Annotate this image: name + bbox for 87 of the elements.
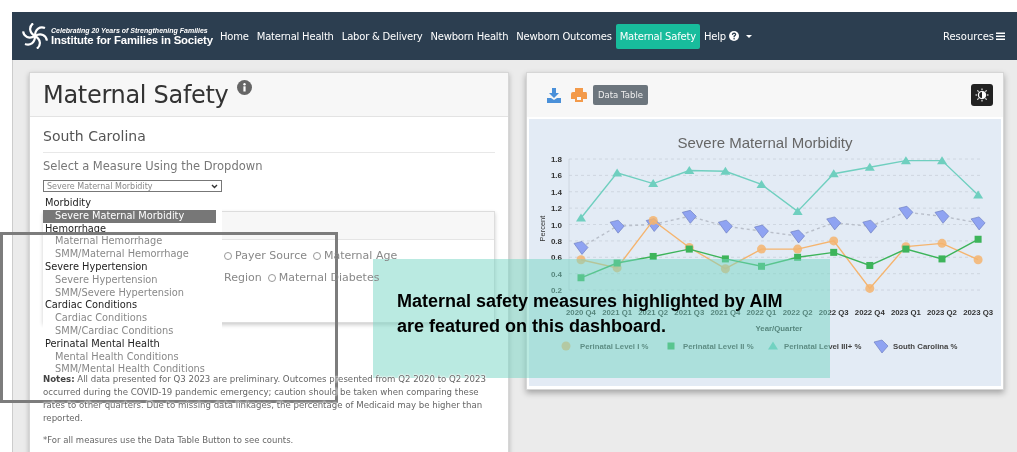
- chevron-down-icon: [211, 183, 218, 189]
- nav-link[interactable]: Labor & Delivery: [337, 24, 427, 48]
- data-point: [862, 219, 878, 234]
- data-point: [757, 244, 766, 254]
- option-group-label: Cardiac Conditions: [44, 299, 138, 313]
- info-icon[interactable]: [236, 80, 252, 95]
- axis-tick-label: 1.6: [550, 171, 562, 181]
- menu-icon: [996, 32, 1005, 40]
- data-point: [792, 206, 803, 215]
- data-point: [829, 236, 839, 246]
- option-label: Region: [224, 271, 262, 284]
- radio-button[interactable]: [224, 251, 232, 260]
- data-point: [609, 219, 625, 234]
- help-icon: [728, 31, 739, 41]
- data-point: [973, 255, 983, 265]
- nav-link[interactable]: Help: [699, 24, 757, 48]
- data-point: [576, 213, 586, 222]
- axis-tick-label: 1.4: [550, 187, 562, 197]
- nav-link[interactable]: Newborn Health: [426, 24, 513, 48]
- radio-button[interactable]: [267, 273, 276, 282]
- axis-tick-label: 0.4: [550, 269, 562, 279]
- data-point: [937, 156, 947, 165]
- data-point: [754, 224, 769, 239]
- axis-tick-label: 0.6: [550, 253, 562, 263]
- footnote-text: *For all measures use the Data Table Button to see counts.: [43, 435, 295, 445]
- data-point: [718, 219, 733, 234]
- chart-title: Severe Maternal Morbidity: [677, 134, 853, 151]
- data-point: [865, 283, 875, 293]
- data-point: [900, 156, 911, 165]
- data-point: [720, 264, 730, 274]
- data-point: [577, 274, 585, 282]
- data-point: [612, 168, 623, 177]
- dropdown-option[interactable]: Mental Health Conditions: [43, 350, 222, 364]
- nav-link[interactable]: Maternal Health: [252, 24, 338, 48]
- resources-menu[interactable]: Resources: [942, 30, 1005, 42]
- data-point: [826, 216, 841, 231]
- data-point: [898, 205, 914, 220]
- data-point: [649, 252, 657, 260]
- data-table-button[interactable]: Data Table: [593, 85, 648, 105]
- data-point: [830, 248, 838, 256]
- data-point: [682, 210, 697, 224]
- data-point: [973, 190, 984, 199]
- dropdown-prompt: Select a Measure Using the Dropdown: [43, 159, 264, 173]
- section-heading: South Carolina: [43, 128, 495, 153]
- option-group-label: Perinatal Mental Health: [44, 337, 161, 351]
- brand-name[interactable]: Institute for Families in Society: [51, 33, 213, 46]
- dropdown-option[interactable]: Severe Maternal Morbidity: [43, 209, 216, 223]
- data-point: [970, 216, 986, 231]
- contrast-icon: [975, 88, 989, 102]
- axis-tick-label: 1.0: [550, 220, 562, 230]
- print-icon[interactable]: [571, 87, 587, 103]
- data-point: [866, 261, 874, 269]
- dropdown-option[interactable]: Severe Hypertension: [43, 273, 222, 287]
- measure-select[interactable]: Severe Maternal Morbidity: [43, 180, 222, 192]
- download-icon[interactable]: [547, 87, 561, 103]
- nav-link[interactable]: Maternal Safety: [615, 23, 700, 49]
- dropdown-option[interactable]: Maternal Hemorrhage: [43, 235, 222, 249]
- data-point: [756, 179, 767, 188]
- data-point: [934, 210, 950, 224]
- axis-tick-label: 0.2: [550, 286, 562, 296]
- data-point: [974, 235, 982, 243]
- axis-tick-label: 1.2: [550, 204, 562, 214]
- data-point: [938, 255, 946, 263]
- page-title: Maternal Safety: [43, 80, 229, 109]
- axis-tick-label: 0.8: [550, 236, 562, 246]
- option-group-label: Hemorrhage: [44, 222, 108, 236]
- option-group-label: Morbidity: [44, 197, 92, 210]
- option-group-label: Severe Hypertension: [44, 261, 149, 274]
- data-point: [648, 179, 659, 188]
- axis-tick-label: 1.8: [550, 155, 562, 164]
- radio-option[interactable]: Payer Source: [224, 249, 307, 262]
- data-point: [720, 166, 731, 175]
- caret-icon: [744, 33, 753, 39]
- swirl-logo-icon[interactable]: [22, 23, 48, 49]
- dropdown-option[interactable]: SMM/Cardiac Conditions: [43, 324, 222, 338]
- data-point: [758, 262, 765, 270]
- nav-link[interactable]: Home: [216, 24, 253, 48]
- contrast-button[interactable]: [971, 84, 993, 106]
- data-point: [864, 162, 875, 171]
- data-point: [684, 165, 695, 174]
- radio-button[interactable]: [312, 251, 321, 260]
- nav-link[interactable]: Newborn Outcomes: [512, 24, 616, 48]
- data-point: [828, 169, 839, 178]
- data-point: [937, 238, 947, 248]
- dropdown-option[interactable]: SMM/Maternal Hemorrhage: [43, 248, 222, 261]
- dropdown-option[interactable]: Cardiac Conditions: [43, 312, 222, 325]
- dropdown-option[interactable]: SMM/Severe Hypertension: [43, 286, 222, 300]
